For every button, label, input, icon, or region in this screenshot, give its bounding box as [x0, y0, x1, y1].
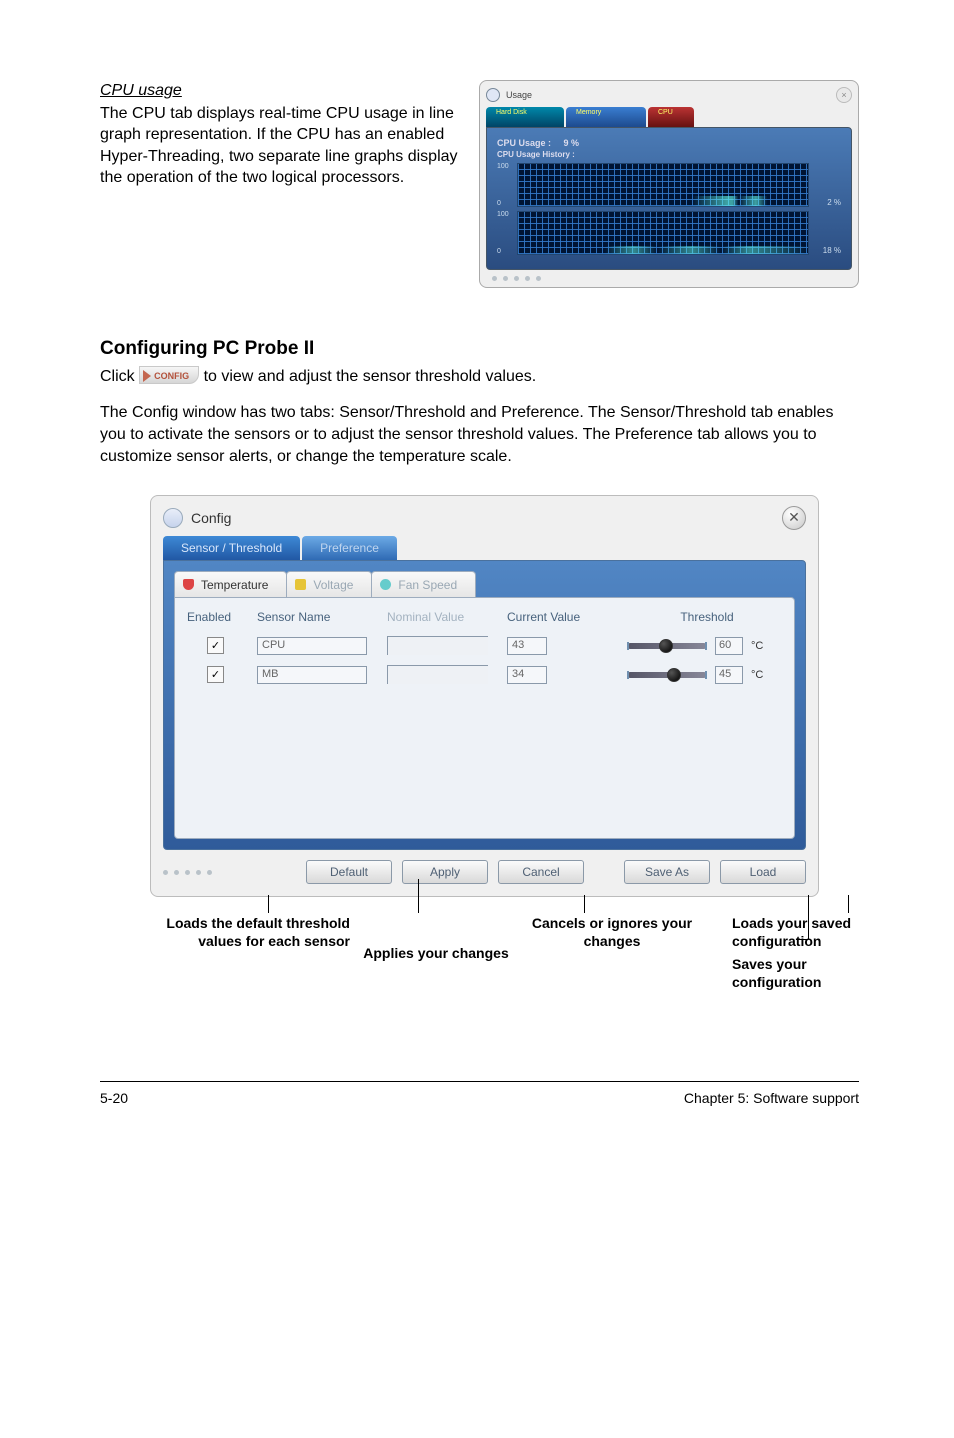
axis-top-2: 100	[497, 211, 509, 218]
click-text-post: to view and adjust the sensor threshold …	[204, 368, 537, 385]
axis-bot-1: 0	[497, 200, 509, 207]
config-window: Config ✕ Sensor / Threshold Preference T…	[150, 495, 819, 897]
usage-window-title: Usage	[506, 90, 532, 100]
cpu-history-graph-1	[517, 163, 809, 207]
col-enabled: Enabled	[187, 610, 257, 624]
tab-sensor-threshold[interactable]: Sensor / Threshold	[163, 536, 300, 560]
col-sensor-name: Sensor Name	[257, 610, 387, 624]
chapter-label: Chapter 5: Software support	[684, 1090, 859, 1106]
load-button[interactable]: Load	[720, 860, 806, 884]
configuring-heading: Configuring PC Probe II	[100, 338, 859, 360]
tab-temperature-label: Temperature	[201, 578, 268, 592]
col-threshold: Threshold	[627, 610, 787, 624]
unit-label: °C	[751, 640, 763, 652]
axis-top-1: 100	[497, 163, 509, 170]
enabled-checkbox[interactable]: ✓	[207, 637, 224, 654]
tab-fan-label: Fan Speed	[398, 578, 457, 592]
usage-tab-memory[interactable]: Memory	[566, 107, 646, 127]
config-description: The Config window has two tabs: Sensor/T…	[100, 402, 859, 467]
tab-temperature[interactable]: Temperature	[174, 571, 287, 597]
cpu-usage-screenshot: Usage × Hard Disk Memory CPU CPU Usage :…	[479, 80, 859, 288]
col-current-value: Current Value	[507, 610, 627, 624]
threshold-value-input[interactable]: 45	[715, 666, 743, 684]
tab-voltage[interactable]: Voltage	[286, 571, 372, 597]
cpu-graph2-percent: 18 %	[817, 246, 841, 255]
tab-voltage-label: Voltage	[313, 578, 353, 592]
cpu-history-graph-2	[517, 211, 809, 255]
close-icon[interactable]: ×	[836, 87, 852, 103]
config-icon	[163, 508, 183, 528]
tab-fan-speed[interactable]: Fan Speed	[371, 571, 476, 597]
enabled-checkbox[interactable]: ✓	[207, 666, 224, 683]
callout-cancel: Cancels or ignores your changes	[522, 915, 702, 991]
nominal-value-display	[387, 636, 488, 655]
table-row: ✓ MB 34 45 °C	[187, 665, 782, 684]
callout-apply: Applies your changes	[356, 915, 516, 991]
cpu-usage-label: CPU Usage :	[497, 138, 551, 148]
current-value-display: 34	[507, 666, 547, 684]
axis-bot-2: 0	[497, 248, 509, 255]
usage-tab-harddisk[interactable]: Hard Disk	[486, 107, 564, 127]
config-button-icon[interactable]: CONFIG	[139, 366, 199, 384]
resize-grip[interactable]	[163, 870, 212, 875]
cancel-button[interactable]: Cancel	[498, 860, 584, 884]
thermometer-icon	[183, 579, 194, 590]
page-number: 5-20	[100, 1090, 128, 1106]
usage-icon	[486, 88, 500, 102]
callout-save-load: Loads your saved configuration Saves you…	[708, 915, 898, 991]
cpu-usage-body: The CPU tab displays real-time CPU usage…	[100, 103, 461, 189]
close-icon[interactable]: ✕	[782, 506, 806, 530]
threshold-value-input[interactable]: 60	[715, 637, 743, 655]
fan-icon	[380, 579, 391, 590]
cpu-history-label: CPU Usage History :	[497, 150, 841, 159]
click-text-pre: Click	[100, 368, 139, 385]
resize-grip[interactable]	[486, 276, 852, 281]
cpu-usage-heading: CPU usage	[100, 80, 461, 102]
callout-default: Loads the default threshold values for e…	[140, 915, 350, 991]
sensor-name-input[interactable]: MB	[257, 666, 367, 684]
current-value-display: 43	[507, 637, 547, 655]
usage-tab-cpu[interactable]: CPU	[648, 107, 694, 127]
default-button[interactable]: Default	[306, 860, 392, 884]
tab-preference[interactable]: Preference	[302, 536, 397, 560]
table-row: ✓ CPU 43 60 °C	[187, 636, 782, 655]
voltage-icon	[295, 579, 306, 590]
threshold-slider[interactable]	[627, 672, 707, 678]
save-as-button[interactable]: Save As	[624, 860, 710, 884]
config-title: Config	[191, 510, 231, 526]
cpu-usage-value: 9 %	[564, 138, 580, 148]
col-nominal-value: Nominal Value	[387, 610, 507, 624]
nominal-value-display	[387, 665, 488, 684]
apply-button[interactable]: Apply	[402, 860, 488, 884]
cpu-graph1-percent: 2 %	[817, 198, 841, 207]
sensor-name-input[interactable]: CPU	[257, 637, 367, 655]
threshold-slider[interactable]	[627, 643, 707, 649]
unit-label: °C	[751, 669, 763, 681]
